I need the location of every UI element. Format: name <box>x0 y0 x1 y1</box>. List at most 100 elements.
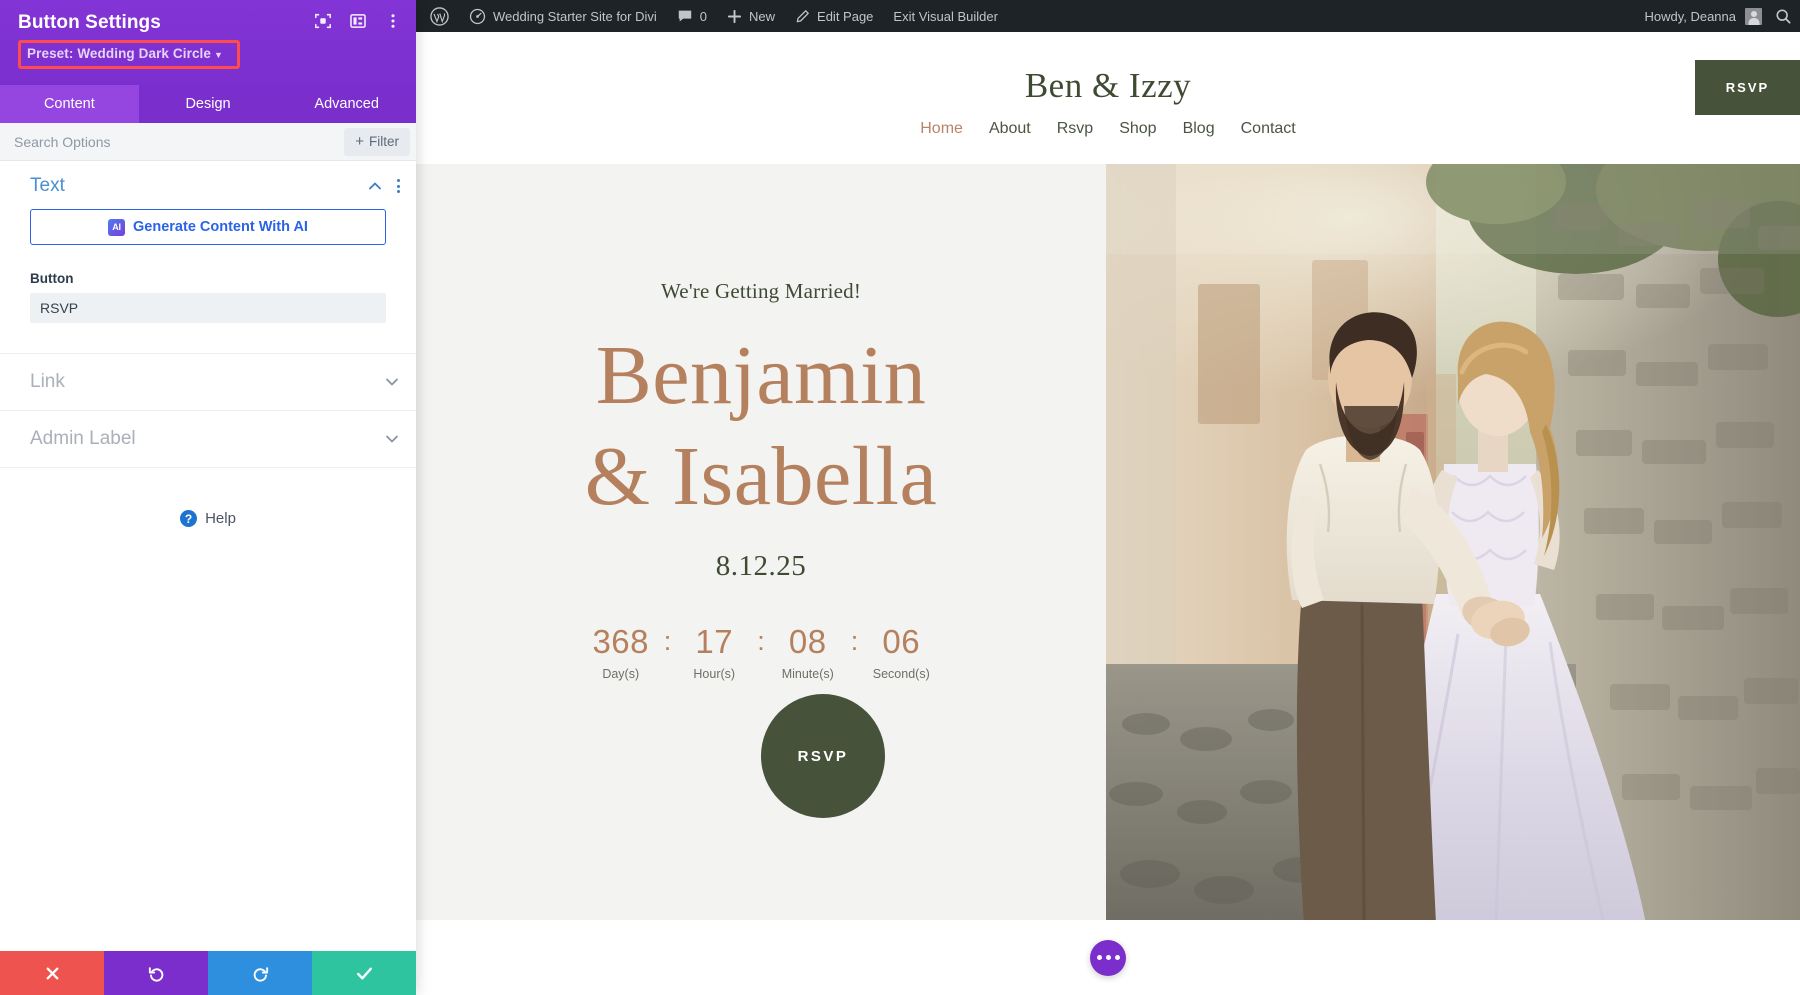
close-icon <box>46 967 58 979</box>
section-admin-label[interactable]: Admin Label <box>0 411 416 468</box>
preset-selector[interactable]: Preset: Wedding Dark Circle ▼ <box>18 40 240 69</box>
couple-photo <box>1106 164 1800 924</box>
wordpress-icon <box>430 6 449 26</box>
howdy-label[interactable]: Howdy, Deanna <box>1644 9 1736 24</box>
tab-content[interactable]: Content <box>0 85 139 123</box>
avatar[interactable] <box>1745 7 1762 25</box>
countdown-separator: : <box>850 625 859 656</box>
plus-icon <box>727 9 742 23</box>
undo-button[interactable] <box>104 951 208 995</box>
site-name-item[interactable]: Wedding Starter Site for Divi <box>459 0 667 32</box>
redo-button[interactable] <box>208 951 312 995</box>
builder-menu-button[interactable] <box>1090 939 1126 976</box>
section-header-text: Text <box>0 161 416 209</box>
header-rsvp-button[interactable]: RSVP <box>1695 60 1800 115</box>
hero-date: 8.12.25 <box>715 549 807 582</box>
hero-kicker: We're Getting Married! <box>660 279 862 303</box>
site-nav: Home About Rsvp Shop Blog Contact <box>920 120 1296 138</box>
button-text-input[interactable] <box>30 293 386 323</box>
tab-advanced[interactable]: Advanced <box>277 85 416 123</box>
more-vertical-icon[interactable] <box>384 12 402 30</box>
screen-root: Button Settings Preset: Wedding Dark Cir… <box>0 0 1800 995</box>
nav-home[interactable]: Home <box>920 120 963 138</box>
comment-icon <box>678 10 692 22</box>
hero-name-line2: & Isabella <box>584 429 938 523</box>
save-button[interactable] <box>312 951 416 995</box>
nav-contact[interactable]: Contact <box>1241 120 1296 138</box>
panel-action-bar <box>0 951 416 995</box>
plus-icon: + <box>355 133 364 150</box>
filter-button[interactable]: + Filter <box>344 127 410 156</box>
new-item[interactable]: New <box>717 0 785 32</box>
comments-count: 0 <box>699 8 708 24</box>
chevron-up-icon[interactable] <box>367 178 383 194</box>
countdown-days: 368 Day(s) <box>578 623 664 681</box>
edit-page-item[interactable]: Edit Page <box>785 0 883 32</box>
button-settings-panel: Button Settings Preset: Wedding Dark Cir… <box>0 0 416 995</box>
hero-name-line1: Benjamin <box>595 329 927 422</box>
nav-blog[interactable]: Blog <box>1183 120 1215 138</box>
nav-shop[interactable]: Shop <box>1119 120 1156 138</box>
focus-target-icon[interactable] <box>314 12 332 30</box>
hero-names: Benjamin & Isabella <box>585 326 938 528</box>
search-row: + Filter <box>0 123 416 161</box>
countdown-minutes: 08 Minute(s) <box>765 623 851 681</box>
wp-admin-bar: Wedding Starter Site for Divi 0 New Edit… <box>416 0 1800 32</box>
countdown-separator: : <box>663 625 672 656</box>
countdown-hours-label: Hour(s) <box>693 666 736 681</box>
dot-icon <box>1105 955 1111 960</box>
countdown-timer: 368 Day(s) : 17 Hour(s) : 08 Minute(s) : <box>578 623 945 681</box>
redo-icon <box>253 966 268 982</box>
help-label: Help <box>205 510 236 527</box>
countdown-seconds-label: Second(s) <box>872 666 930 681</box>
dashboard-icon <box>469 8 486 24</box>
dot-icon <box>1096 955 1102 960</box>
ai-icon: AI <box>108 218 126 236</box>
site-logo[interactable]: Ben & Izzy <box>1025 66 1191 106</box>
builder-footer <box>416 920 1800 995</box>
chevron-down-icon <box>386 435 398 443</box>
nav-about[interactable]: About <box>989 120 1031 138</box>
countdown-seconds-value: 06 <box>882 622 921 660</box>
edit-page-label: Edit Page <box>817 8 874 24</box>
panel-tabs: Content Design Advanced <box>0 85 416 123</box>
filter-label: Filter <box>369 134 399 149</box>
site-header: Ben & Izzy Home About Rsvp Shop Blog Con… <box>416 32 1800 164</box>
countdown-hours: 17 Hour(s) <box>671 623 757 681</box>
countdown-separator: : <box>757 625 765 656</box>
chevron-down-icon <box>386 378 398 386</box>
layout-panel-icon[interactable] <box>349 12 367 30</box>
search-input[interactable] <box>0 133 345 150</box>
panel-body: Text AI Generate Content With AI Button … <box>0 161 416 951</box>
hero-photo <box>1106 164 1800 924</box>
countdown-minutes-value: 08 <box>788 622 827 660</box>
pencil-icon <box>796 9 809 22</box>
preset-caret-icon: ▼ <box>214 50 223 60</box>
dot-icon <box>1114 955 1120 960</box>
help-link[interactable]: ? Help <box>0 510 416 527</box>
site-name-label: Wedding Starter Site for Divi <box>493 8 657 24</box>
check-icon <box>356 967 372 979</box>
exit-visual-builder-label: Exit Visual Builder <box>893 8 998 24</box>
help-question-icon: ? <box>180 510 198 527</box>
undo-icon <box>148 966 163 982</box>
hero-rsvp-circle-button[interactable]: RSVP <box>761 694 885 818</box>
countdown-days-label: Day(s) <box>602 666 640 681</box>
countdown-seconds: 06 Second(s) <box>858 623 944 681</box>
wp-logo-item[interactable] <box>416 0 459 32</box>
section-menu-icon[interactable] <box>397 179 400 193</box>
search-icon[interactable] <box>1775 8 1792 25</box>
tab-design[interactable]: Design <box>139 85 278 123</box>
site-preview: Wedding Starter Site for Divi 0 New Edit… <box>416 0 1800 995</box>
ai-button-label: Generate Content With AI <box>133 219 308 235</box>
countdown-minutes-label: Minute(s) <box>781 666 834 681</box>
new-label: New <box>749 8 776 24</box>
panel-header: Button Settings Preset: Wedding Dark Cir… <box>0 0 416 85</box>
section-link[interactable]: Link <box>0 354 416 411</box>
exit-visual-builder-item[interactable]: Exit Visual Builder <box>883 0 1008 32</box>
nav-rsvp[interactable]: Rsvp <box>1057 120 1093 138</box>
generate-content-with-ai-button[interactable]: AI Generate Content With AI <box>30 209 386 245</box>
cancel-button[interactable] <box>0 951 104 995</box>
comments-item[interactable]: 0 <box>667 0 717 32</box>
countdown-hours-value: 17 <box>695 622 734 660</box>
